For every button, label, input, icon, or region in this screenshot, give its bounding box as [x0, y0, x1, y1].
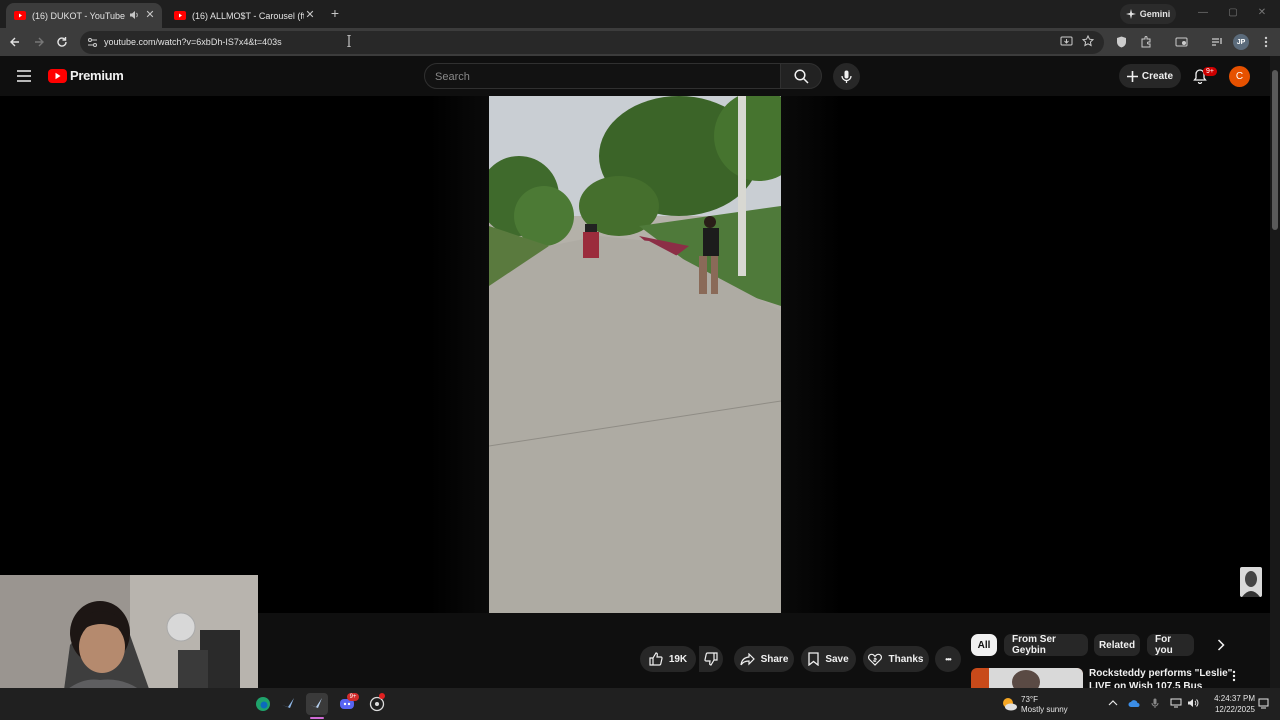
address-bar[interactable]: youtube.com/watch?v=6xbDh-IS7x4&t=403s	[80, 31, 1104, 54]
steam-active-app-icon[interactable]	[306, 693, 328, 715]
bookmark-star-icon[interactable]	[1082, 35, 1094, 47]
thumbs-up-icon	[649, 652, 663, 666]
menu-hamburger-icon[interactable]	[17, 70, 31, 82]
video-scene-image	[489, 96, 781, 613]
text-cursor-icon	[346, 35, 352, 47]
video-player[interactable]	[0, 96, 1270, 613]
bookmark-icon	[808, 652, 819, 666]
notification-count-badge: 9+	[1203, 67, 1217, 76]
chip-from-ser-geybin[interactable]: From Ser Geybin	[1004, 634, 1088, 656]
steam-icon[interactable]	[278, 693, 300, 715]
thanks-button[interactable]: Thanks	[863, 646, 929, 672]
like-count: 19K	[668, 653, 688, 665]
account-avatar[interactable]: C	[1229, 66, 1250, 87]
clock-time[interactable]: 4:24:37 PM	[1205, 694, 1255, 703]
youtube-favicon-icon	[174, 10, 186, 22]
chevron-right-icon[interactable]	[1217, 639, 1225, 651]
plus-icon	[1126, 70, 1138, 82]
weather-temperature: 73°F	[1021, 695, 1038, 704]
thumbs-down-icon	[704, 652, 718, 666]
share-label: Share	[760, 653, 789, 665]
search-placeholder: Search	[435, 71, 470, 83]
new-tab-button[interactable]: +	[328, 5, 342, 21]
dislike-button[interactable]	[699, 646, 723, 672]
browser-toolbar: youtube.com/watch?v=6xbDh-IS7x4&t=403s J…	[0, 28, 1280, 56]
thanks-heart-icon	[868, 653, 883, 666]
create-button[interactable]: Create	[1119, 64, 1181, 88]
close-tab-icon[interactable]: ✕	[304, 9, 316, 21]
tray-chevron-up-icon[interactable]	[1108, 699, 1118, 707]
browser-menu-icon[interactable]	[1258, 34, 1274, 50]
youtube-premium-logo[interactable]: Premium	[48, 68, 124, 83]
youtube-logo-icon	[48, 68, 67, 83]
tab-title: (16) DUKOT - YouTube	[32, 10, 126, 21]
create-label: Create	[1141, 70, 1174, 82]
microphone-icon	[841, 70, 852, 83]
volume-icon[interactable]	[1187, 698, 1199, 708]
save-label: Save	[825, 653, 849, 665]
player-shade	[430, 96, 490, 613]
video-frame[interactable]	[489, 96, 781, 613]
chip-related[interactable]: Related	[1094, 634, 1140, 656]
chip-for-you[interactable]: For you	[1147, 634, 1194, 656]
youtube-favicon-icon	[14, 10, 26, 22]
tab-dukot[interactable]: (16) DUKOT - YouTube ✕	[6, 3, 162, 28]
channel-watermark[interactable]	[1240, 567, 1262, 597]
tab-allmost[interactable]: (16) ALLMO$T - Carousel (ft. Yu ✕	[166, 3, 322, 28]
recording-dot	[379, 693, 385, 699]
minimize-button[interactable]: —	[1197, 7, 1209, 19]
save-button[interactable]: Save	[801, 646, 856, 672]
cloud-sync-icon[interactable]	[1128, 698, 1140, 708]
close-tab-icon[interactable]: ✕	[144, 9, 156, 21]
player-shade	[781, 96, 841, 613]
forward-arrow-icon[interactable]	[31, 34, 47, 50]
install-app-icon[interactable]	[1060, 36, 1073, 48]
gemini-label: Gemini	[1139, 9, 1171, 19]
back-arrow-icon[interactable]	[7, 34, 23, 50]
weather-sun-icon[interactable]	[998, 693, 1020, 715]
search-icon	[793, 68, 809, 84]
scrollbar-thumb[interactable]	[1272, 70, 1278, 230]
chip-all[interactable]: All	[971, 634, 997, 656]
sparkle-icon	[1125, 9, 1136, 19]
recommendation-menu-icon[interactable]	[1232, 670, 1236, 682]
like-button[interactable]: 19K	[640, 646, 696, 672]
profile-avatar[interactable]: JP	[1233, 34, 1249, 50]
search-input[interactable]: Search	[424, 63, 781, 89]
clock-date[interactable]: 12/22/2025	[1205, 705, 1255, 714]
logo-text: Premium	[70, 68, 124, 83]
notification-center-icon[interactable]	[1258, 698, 1269, 709]
thanks-label: Thanks	[888, 653, 924, 665]
search-button[interactable]	[780, 63, 822, 89]
browser-tab-strip: (16) DUKOT - YouTube ✕ (16) ALLMO$T - Ca…	[0, 0, 1280, 28]
page-scrollbar[interactable]	[1270, 56, 1280, 688]
weather-description: Mostly sunny	[1021, 705, 1068, 714]
share-button[interactable]: Share	[734, 646, 794, 672]
recommendation-thumbnail[interactable]	[971, 668, 1083, 688]
media-controls-icon[interactable]	[1173, 34, 1189, 50]
edge-browser-icon[interactable]	[252, 693, 274, 715]
reload-icon[interactable]	[54, 34, 70, 50]
url-text[interactable]: youtube.com/watch?v=6xbDh-IS7x4&t=403s	[104, 37, 282, 47]
windows-taskbar: 9+	[0, 688, 1280, 720]
shield-extension-icon[interactable]	[1113, 34, 1129, 50]
voice-search-button[interactable]	[833, 63, 860, 90]
recommendation-title[interactable]: Rocksteddy performs "Leslie"	[1089, 668, 1232, 679]
network-icon[interactable]	[1170, 698, 1182, 708]
site-info-icon[interactable]	[87, 37, 98, 48]
gemini-button[interactable]: Gemini	[1120, 4, 1176, 24]
extensions-puzzle-icon[interactable]	[1138, 34, 1154, 50]
share-arrow-icon	[739, 652, 755, 665]
tab-title: (16) ALLMO$T - Carousel (ft. Yu	[192, 10, 304, 21]
maximize-button[interactable]: ▢	[1227, 7, 1239, 19]
close-window-button[interactable]: ✕	[1256, 7, 1268, 19]
active-app-indicator	[310, 717, 324, 719]
speaker-icon[interactable]	[128, 9, 140, 21]
playlist-icon[interactable]	[1209, 34, 1225, 50]
discord-badge: 9+	[347, 693, 359, 701]
more-actions-button[interactable]: •••	[935, 646, 961, 672]
microphone-tray-icon[interactable]	[1151, 698, 1159, 709]
youtube-header: Premium Search Create 9+ C	[0, 56, 1280, 96]
